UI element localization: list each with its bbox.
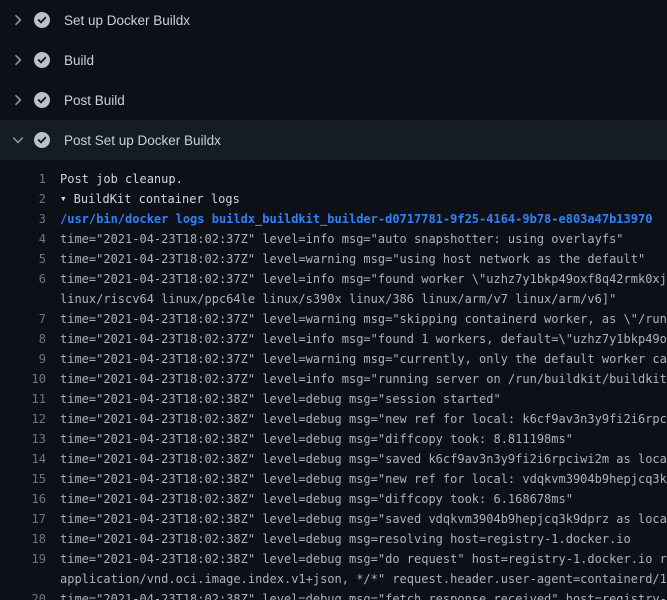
line-number[interactable]: 19 — [0, 549, 46, 569]
line-number[interactable]: 11 — [0, 389, 46, 409]
line-text: time="2021-04-23T18:02:38Z" level=debug … — [46, 509, 667, 529]
log-row: 13 time="2021-04-23T18:02:38Z" level=deb… — [0, 429, 667, 449]
line-text: time="2021-04-23T18:02:38Z" level=debug … — [46, 389, 501, 409]
line-number[interactable]: 18 — [0, 529, 46, 549]
chevron-right-icon — [10, 12, 26, 28]
line-text: time="2021-04-23T18:02:38Z" level=debug … — [46, 469, 667, 489]
line-number[interactable]: 14 — [0, 449, 46, 469]
line-number[interactable]: 6 — [0, 269, 46, 289]
line-text: time="2021-04-23T18:02:37Z" level=info m… — [46, 369, 667, 389]
chevron-down-icon — [10, 132, 26, 148]
line-number[interactable]: 17 — [0, 509, 46, 529]
log-row: 7 time="2021-04-23T18:02:37Z" level=warn… — [0, 309, 667, 329]
log-row: 19 time="2021-04-23T18:02:38Z" level=deb… — [0, 549, 667, 569]
step-label: Post Build — [64, 93, 125, 108]
line-number[interactable] — [0, 569, 46, 589]
log-row: 5 time="2021-04-23T18:02:37Z" level=warn… — [0, 249, 667, 269]
log-row: 15 time="2021-04-23T18:02:38Z" level=deb… — [0, 469, 667, 489]
line-number[interactable]: 9 — [0, 349, 46, 369]
line-text: time="2021-04-23T18:02:37Z" level=warnin… — [46, 249, 645, 269]
log-row: 12 time="2021-04-23T18:02:38Z" level=deb… — [0, 409, 667, 429]
step-header[interactable]: Post Build — [0, 80, 667, 120]
step-header[interactable]: Set up Docker Buildx — [0, 0, 667, 40]
line-number[interactable] — [0, 289, 46, 309]
line-number[interactable]: 13 — [0, 429, 46, 449]
log-row: 17 time="2021-04-23T18:02:38Z" level=deb… — [0, 509, 667, 529]
log-row: 8 time="2021-04-23T18:02:37Z" level=info… — [0, 329, 667, 349]
line-number[interactable]: 7 — [0, 309, 46, 329]
step-header[interactable]: Build — [0, 40, 667, 80]
line-text: time="2021-04-23T18:02:37Z" level=warnin… — [46, 349, 667, 369]
log-row[interactable]: 2 ▾ BuildKit container logs — [0, 189, 667, 209]
line-number[interactable]: 5 — [0, 249, 46, 269]
log-row: 3 /usr/bin/docker logs buildx_buildkit_b… — [0, 209, 667, 229]
check-circle-icon — [34, 92, 50, 108]
log-row: 10 time="2021-04-23T18:02:37Z" level=inf… — [0, 369, 667, 389]
group-toggle-icon: ▾ — [46, 189, 67, 209]
log-row: 6 time="2021-04-23T18:02:37Z" level=info… — [0, 269, 667, 289]
log-row: 20 time="2021-04-23T18:02:38Z" level=deb… — [0, 589, 667, 600]
step-label: Post Set up Docker Buildx — [64, 133, 221, 148]
log-row: 18 time="2021-04-23T18:02:38Z" level=deb… — [0, 529, 667, 549]
line-text: time="2021-04-23T18:02:38Z" level=debug … — [46, 449, 667, 469]
actions-log-viewer: Set up Docker Buildx Build Post Bu — [0, 0, 667, 600]
line-text: time="2021-04-23T18:02:38Z" level=debug … — [46, 589, 667, 600]
line-text: time="2021-04-23T18:02:38Z" level=debug … — [46, 489, 573, 509]
log-row: application/vnd.oci.image.index.v1+json,… — [0, 569, 667, 589]
log-row: 9 time="2021-04-23T18:02:37Z" level=warn… — [0, 349, 667, 369]
line-text: time="2021-04-23T18:02:37Z" level=info m… — [46, 229, 624, 249]
log-row: 11 time="2021-04-23T18:02:38Z" level=deb… — [0, 389, 667, 409]
log-row: linux/riscv64 linux/ppc64le linux/s390x … — [0, 289, 667, 309]
step-label: Build — [64, 53, 94, 68]
check-circle-icon — [34, 12, 50, 28]
steps-list: Set up Docker Buildx Build Post Bu — [0, 0, 667, 160]
line-text: time="2021-04-23T18:02:38Z" level=debug … — [46, 549, 667, 569]
line-number[interactable]: 8 — [0, 329, 46, 349]
line-number[interactable]: 20 — [0, 589, 46, 600]
log-area: 1 Post job cleanup. 2 ▾ BuildKit contain… — [0, 160, 667, 600]
line-number[interactable]: 2 — [0, 189, 46, 209]
line-text: time="2021-04-23T18:02:37Z" level=info m… — [46, 329, 667, 349]
line-number[interactable]: 3 — [0, 209, 46, 229]
line-number[interactable]: 1 — [0, 169, 46, 189]
check-circle-icon — [34, 52, 50, 68]
line-text: /usr/bin/docker logs buildx_buildkit_bui… — [46, 209, 652, 229]
line-number[interactable]: 15 — [0, 469, 46, 489]
step-label: Set up Docker Buildx — [64, 13, 190, 28]
line-number[interactable]: 4 — [0, 229, 46, 249]
line-text: linux/riscv64 linux/ppc64le linux/s390x … — [46, 289, 616, 309]
log-row: 14 time="2021-04-23T18:02:38Z" level=deb… — [0, 449, 667, 469]
line-text: Post job cleanup. — [46, 169, 183, 189]
line-text: time="2021-04-23T18:02:37Z" level=warnin… — [46, 309, 667, 329]
line-text: application/vnd.oci.image.index.v1+json,… — [46, 569, 667, 589]
line-number[interactable]: 10 — [0, 369, 46, 389]
line-number[interactable]: 12 — [0, 409, 46, 429]
chevron-right-icon — [10, 52, 26, 68]
chevron-right-icon — [10, 92, 26, 108]
check-circle-icon — [34, 132, 50, 148]
line-text: time="2021-04-23T18:02:37Z" level=info m… — [46, 269, 667, 289]
line-text: time="2021-04-23T18:02:38Z" level=debug … — [46, 409, 667, 429]
step-header[interactable]: Post Set up Docker Buildx — [0, 120, 667, 160]
log-row: 1 Post job cleanup. — [0, 169, 667, 189]
line-text: BuildKit container logs — [67, 189, 240, 209]
line-number[interactable]: 16 — [0, 489, 46, 509]
line-text: time="2021-04-23T18:02:38Z" level=debug … — [46, 529, 631, 549]
line-text: time="2021-04-23T18:02:38Z" level=debug … — [46, 429, 573, 449]
log-row: 16 time="2021-04-23T18:02:38Z" level=deb… — [0, 489, 667, 509]
log-row: 4 time="2021-04-23T18:02:37Z" level=info… — [0, 229, 667, 249]
